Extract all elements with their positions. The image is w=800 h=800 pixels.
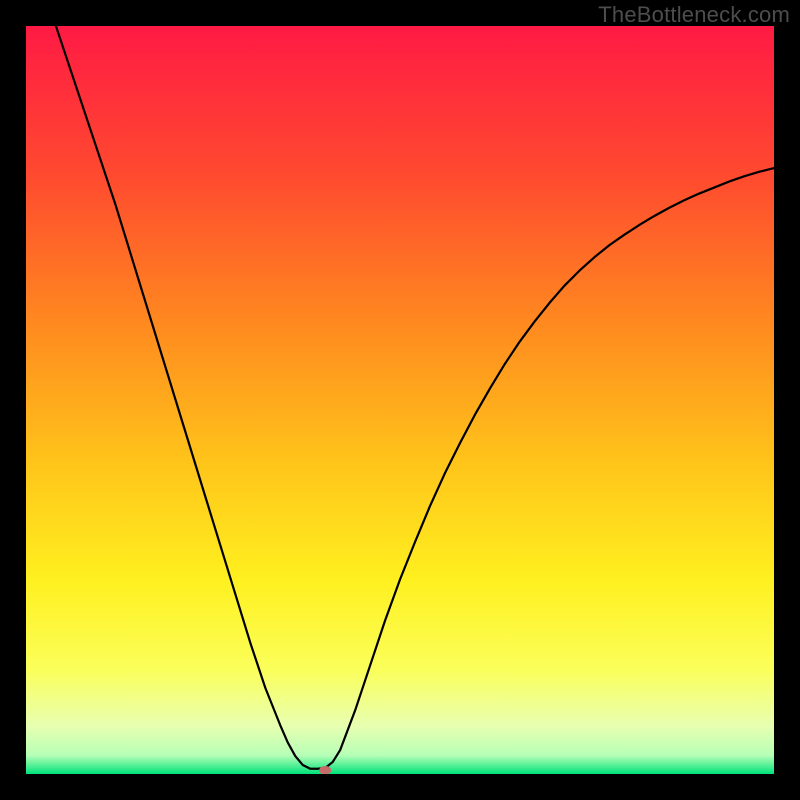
bottleneck-curve-chart [26, 26, 774, 774]
chart-frame: TheBottleneck.com [0, 0, 800, 800]
watermark-text: TheBottleneck.com [598, 2, 790, 28]
plot-background [26, 26, 774, 774]
